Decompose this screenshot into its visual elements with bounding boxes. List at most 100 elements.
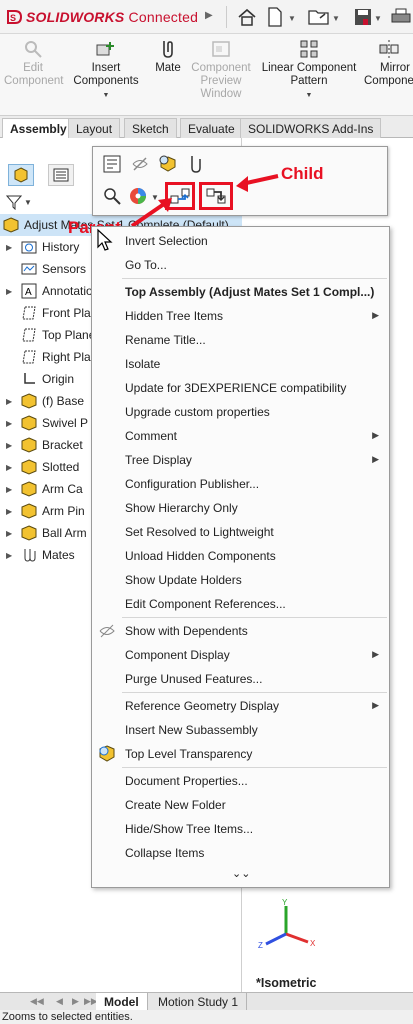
menu-item-label: Collapse Items [125,845,205,860]
menu-item[interactable]: Set Resolved to Lightweight [92,520,389,543]
menu-item[interactable]: Unload Hidden Components [92,544,389,567]
preview-window-icon [210,38,232,60]
mate-button[interactable]: Mate [150,38,186,75]
submenu-arrow-icon: ▶ [372,310,379,320]
insert-components-button[interactable]: Insert Components ▼ [72,38,140,102]
mirror-components-button[interactable]: Mirror Components [364,38,413,88]
menu-item[interactable]: Go To... [92,253,389,276]
menu-item[interactable]: Comment ▶ [92,424,389,447]
menu-item[interactable]: Update for 3DEXPERIENCE compatibility [92,376,389,399]
mates-icon [20,547,38,563]
expand-arrow-icon[interactable]: ▶ [6,463,16,472]
properties-icon[interactable] [101,153,123,175]
menu-item-label: Purge Unused Features... [125,671,263,686]
mouse-cursor-icon [96,228,114,255]
tree-item-label: Swivel P [42,416,89,430]
expand-arrow-icon[interactable]: ▶ [6,529,16,538]
menu-item[interactable]: Collapse Items [92,841,389,864]
part-icon [20,415,38,431]
expand-arrow-icon[interactable]: ▶ [6,551,16,560]
menu-item[interactable]: Tree Display ▶ [92,448,389,471]
svg-text:Y: Y [282,898,288,907]
annotations-icon: A [20,283,38,299]
chevron-down-icon[interactable]: ▼ [72,89,140,102]
hide-components-icon[interactable] [129,153,151,175]
svg-text:S: S [10,13,16,23]
edit-component-button[interactable]: Edit Component [4,38,63,88]
expand-arrow-icon[interactable]: ▶ [6,397,16,406]
tab-sketch[interactable]: Sketch [124,118,177,138]
expand-arrow-icon[interactable]: ▶ [6,243,16,252]
chevron-down-icon[interactable]: ▼ [288,14,296,23]
tab-addins[interactable]: SOLIDWORKS Add-Ins [240,118,382,138]
menu-item[interactable]: Hide/Show Tree Items... [92,817,389,840]
home-icon[interactable] [236,6,258,28]
submenu-arrow-icon: ▶ [372,700,379,710]
app-name: SOLIDWORKS Connected [26,9,198,25]
chevron-down-icon[interactable]: ▼ [258,89,360,102]
scroll-first-icon[interactable]: ◀◀ [30,996,44,1007]
menu-item[interactable]: Configuration Publisher... [92,472,389,495]
expand-menu-icon[interactable]: ⌄⌄ [232,867,250,880]
menu-item-label: Edit Component References... [125,596,286,611]
go-to-child-icon[interactable] [199,182,233,210]
filter-icon[interactable]: ▼ [6,192,34,212]
menu-item[interactable]: Show Update Holders [92,568,389,591]
edit-component-icon [22,38,44,60]
print-icon[interactable] [390,6,412,28]
tab-model[interactable]: Model [96,993,148,1011]
menu-item-label: Upgrade custom properties [125,404,270,419]
tree-item-label: Top Plane [42,328,96,342]
app-suffix: Connected [128,9,199,25]
menu-item[interactable]: Reference Geometry Display ▶ [92,694,389,717]
menu-item[interactable]: Invert Selection [92,229,389,252]
menu-item[interactable]: Hidden Tree Items ▶ [92,304,389,327]
tree-item-label: Origin [42,372,75,386]
open-folder-icon[interactable] [308,6,330,28]
menu-item[interactable]: Component Display ▶ [92,643,389,666]
tree-item-label: Arm Ca [42,482,83,496]
mate-icon [157,38,179,60]
chevron-down-icon[interactable]: ▼ [374,14,382,23]
new-document-icon[interactable] [264,6,286,28]
expand-menu-icon[interactable]: ▶ [205,10,213,21]
menu-item-label: Invert Selection [125,233,208,248]
mate-icon[interactable] [185,153,207,175]
tab-motion-study[interactable]: Motion Study 1 [150,993,248,1011]
tab-evaluate[interactable]: Evaluate [180,118,243,138]
expand-arrow-icon[interactable]: ▶ [6,287,16,296]
expand-arrow-icon[interactable]: ▶ [6,419,16,428]
menu-item[interactable]: Edit Component References... [92,592,389,615]
featuremanager-tab-icon[interactable] [8,164,34,186]
expand-arrow-icon[interactable]: ▶ [6,507,16,516]
menu-item[interactable]: Upgrade custom properties [92,400,389,423]
menu-item[interactable]: Rename Title... [92,328,389,351]
insert-components-icon [95,38,117,60]
tab-assembly[interactable]: Assembly [2,118,75,138]
child-arrow [234,164,280,197]
save-icon[interactable] [352,6,374,28]
menu-item[interactable]: Document Properties... [92,769,389,792]
menu-item[interactable]: Purge Unused Features... [92,667,389,690]
propertymanager-tab-icon[interactable] [48,164,74,186]
component-preview-button[interactable]: Component Preview Window [188,38,254,101]
scroll-right-icon[interactable]: ▶ [72,996,79,1007]
menu-item[interactable]: Show Hierarchy Only [92,496,389,519]
show-dependents-icon [98,622,116,640]
menu-item[interactable]: Show with Dependents [92,619,389,642]
scroll-left-icon[interactable]: ◀ [56,996,63,1007]
expand-arrow-icon[interactable]: ▶ [6,485,16,494]
menu-item[interactable]: Insert New Subassembly [92,718,389,741]
menu-item[interactable]: Top Level Transparency [92,742,389,765]
chevron-down-icon[interactable]: ▼ [332,14,340,23]
transparency-icon [98,745,116,763]
tab-layout[interactable]: Layout [68,118,121,138]
linear-pattern-button[interactable]: Linear Component Pattern ▼ [258,38,360,102]
menu-item-label: Create New Folder [125,797,226,812]
menu-item-label: Reference Geometry Display [125,698,280,713]
menu-item[interactable]: Isolate [92,352,389,375]
zoom-to-selection-icon[interactable] [101,185,123,207]
isolate-icon[interactable] [157,153,179,175]
menu-item[interactable]: Create New Folder [92,793,389,816]
expand-arrow-icon[interactable]: ▶ [6,441,16,450]
